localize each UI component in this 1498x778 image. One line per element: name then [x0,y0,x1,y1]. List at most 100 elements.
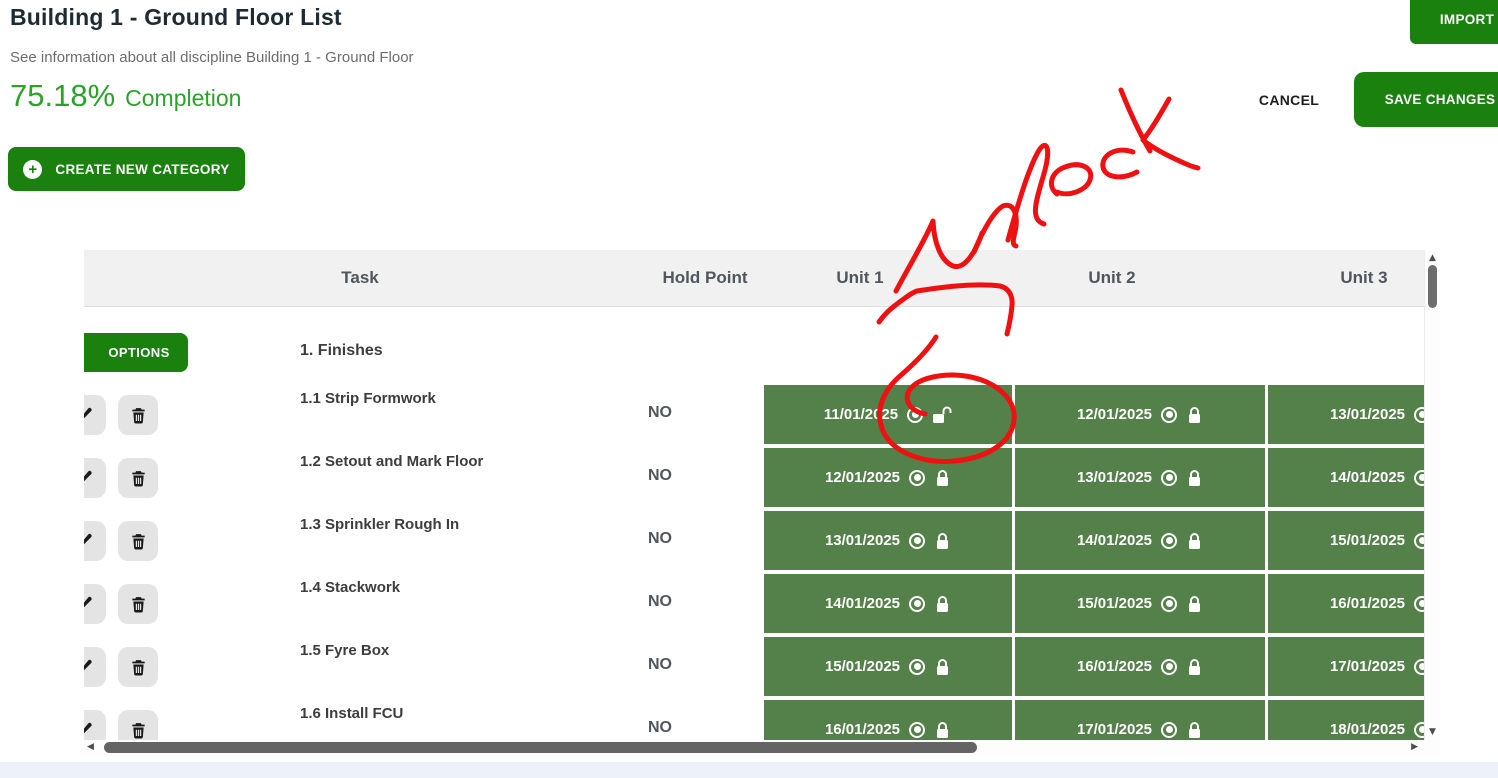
vertical-scrollbar[interactable]: ▲ ▼ [1424,250,1440,740]
create-new-category-button[interactable]: + CREATE NEW CATEGORY [8,147,245,191]
plus-icon: + [23,160,42,179]
pencil-icon [84,658,95,676]
lock-icon[interactable] [934,469,951,487]
unit-date-cell[interactable]: 11/01/2025 [764,385,1012,444]
unit-date-cell[interactable]: 13/01/2025 [1268,385,1440,444]
task-name: 1.2 Setout and Mark Floor [300,453,483,470]
column-header-hold-point: Hold Point [663,268,748,288]
unit-date-cell[interactable]: 12/01/2025 [764,448,1012,507]
radio-icon[interactable] [1161,533,1177,549]
trash-icon [129,532,148,551]
lock-icon[interactable] [934,658,951,676]
radio-icon[interactable] [1161,659,1177,675]
delete-task-button[interactable] [118,584,158,624]
radio-icon[interactable] [909,596,925,612]
radio-icon[interactable] [909,533,925,549]
edit-task-button[interactable] [84,584,106,624]
table-row: 1.2 Setout and Mark FloorNO12/01/202513/… [84,448,1440,508]
unit-date-cell[interactable]: 15/01/2025 [1015,574,1265,633]
task-name: 1.1 Strip Formwork [300,390,436,407]
date-value: 12/01/2025 [1077,406,1152,423]
date-value: 17/01/2025 [1330,658,1405,675]
table-row: 1.1 Strip Formwork NO 11/01/2025 12/01/2025… [84,385,1440,445]
completion-indicator: 75.18% Completion [10,78,241,114]
unlock-icon[interactable] [932,406,952,424]
table-row: 1.4 StackworkNO14/01/202515/01/202516/01… [84,574,1440,634]
lock-icon[interactable] [1186,595,1203,613]
date-value: 18/01/2025 [1330,721,1405,738]
radio-icon[interactable] [1161,596,1177,612]
completion-value: 75.18% [10,78,115,114]
trash-icon [129,469,148,488]
vertical-scrollbar-thumb[interactable] [1428,265,1437,308]
pencil-icon [84,595,95,613]
unit-date-cell[interactable]: 12/01/2025 [1015,385,1265,444]
edit-task-button[interactable] [84,647,106,687]
lock-icon[interactable] [934,721,951,739]
lock-icon[interactable] [1186,406,1203,424]
delete-task-button[interactable] [118,395,158,435]
task-name: 1.6 Install FCU [300,705,403,722]
date-value: 12/01/2025 [825,469,900,486]
scroll-left-arrow-icon[interactable]: ◀ [87,742,94,752]
delete-task-button[interactable] [118,647,158,687]
lock-icon[interactable] [1186,469,1203,487]
unit-date-cell[interactable]: 14/01/2025 [764,574,1012,633]
edit-task-button[interactable] [84,458,106,498]
lock-icon[interactable] [1186,658,1203,676]
scroll-down-arrow-icon[interactable]: ▼ [1425,727,1440,737]
lock-icon[interactable] [1186,532,1203,550]
table-row: 1.5 Fyre BoxNO15/01/202516/01/202517/01/… [84,637,1440,697]
date-value: 15/01/2025 [1077,595,1152,612]
edit-task-button[interactable] [84,521,106,561]
scroll-right-arrow-icon[interactable]: ▶ [1411,742,1418,752]
unit-date-cell[interactable]: 15/01/2025 [1268,511,1440,570]
date-value: 16/01/2025 [1077,658,1152,675]
edit-task-button[interactable] [84,395,106,435]
radio-icon[interactable] [909,722,925,738]
column-header-unit-1: Unit 1 [836,268,883,288]
unit-date-cell[interactable]: 13/01/2025 [764,511,1012,570]
delete-task-button[interactable] [118,521,158,561]
table-row: 1.3 Sprinkler Rough InNO13/01/202514/01/… [84,511,1440,571]
radio-icon[interactable] [1161,470,1177,486]
lock-icon[interactable] [934,595,951,613]
page-title: Building 1 - Ground Floor List [10,4,342,31]
scroll-up-arrow-icon[interactable]: ▲ [1425,253,1440,263]
unit-date-cell[interactable]: 13/01/2025 [1015,448,1265,507]
save-changes-button[interactable]: SAVE CHANGES [1354,72,1498,127]
radio-icon[interactable] [909,470,925,486]
unit-date-cell[interactable]: 17/01/2025 [1268,637,1440,696]
unit-date-cell[interactable]: 14/01/2025 [1015,511,1265,570]
lock-icon[interactable] [1186,721,1203,739]
task-table: Task Hold Point Unit 1 Unit 2 Unit 3 OPT… [84,250,1440,756]
import-button[interactable]: IMPORT [1410,0,1498,44]
column-header-unit-3: Unit 3 [1340,268,1387,288]
horizontal-scrollbar[interactable]: ◀ ▶ [84,740,1440,756]
date-value: 15/01/2025 [1330,532,1405,549]
hold-point-value: NO [630,404,690,422]
radio-icon[interactable] [907,407,923,423]
horizontal-scrollbar-thumb[interactable] [104,742,977,753]
trash-icon [129,658,148,677]
cancel-button[interactable]: CANCEL [1253,90,1325,110]
task-name: 1.3 Sprinkler Rough In [300,516,459,533]
date-value: 16/01/2025 [1330,595,1405,612]
unit-date-cell[interactable]: 15/01/2025 [764,637,1012,696]
column-header-unit-2: Unit 2 [1088,268,1135,288]
pencil-icon [84,532,95,550]
lock-icon[interactable] [934,532,951,550]
radio-icon[interactable] [1161,407,1177,423]
options-button[interactable]: OPTIONS [84,333,188,372]
unit-date-cell[interactable]: 16/01/2025 [1268,574,1440,633]
date-value: 14/01/2025 [1077,532,1152,549]
unit-date-cell[interactable]: 16/01/2025 [1015,637,1265,696]
hold-point-value: NO [630,656,690,674]
pencil-icon [84,721,95,739]
hold-point-value: NO [630,719,690,737]
trash-icon [129,406,148,425]
unit-date-cell[interactable]: 14/01/2025 [1268,448,1440,507]
radio-icon[interactable] [909,659,925,675]
radio-icon[interactable] [1161,722,1177,738]
delete-task-button[interactable] [118,458,158,498]
